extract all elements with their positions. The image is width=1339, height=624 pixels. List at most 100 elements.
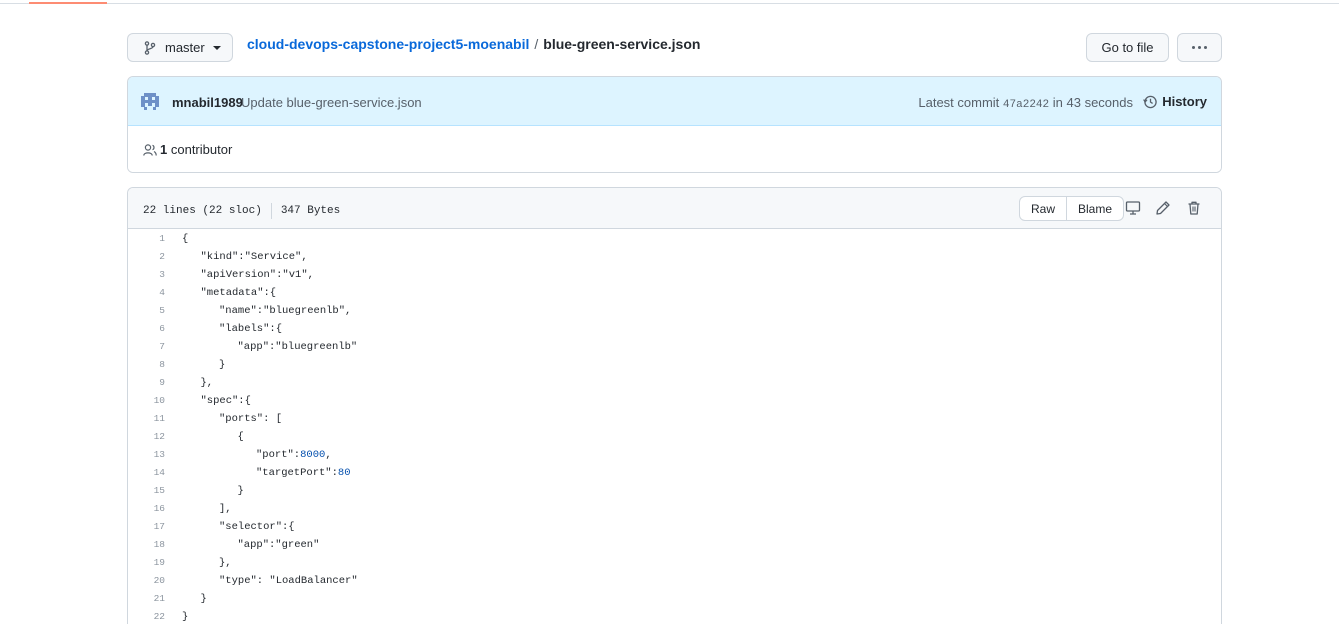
repo-link[interactable]: cloud-devops-capstone-project5-moenabil — [247, 36, 529, 52]
code-token: "type": "LoadBalancer" — [219, 575, 358, 587]
line-number[interactable]: 18 — [128, 536, 165, 554]
code-line: 7 "app":"bluegreenlb" — [128, 338, 1221, 356]
file-navigation: master cloud-devops-capstone-project5-mo… — [127, 33, 1222, 63]
code-line: 4 "metadata":{ — [128, 284, 1221, 302]
line-number[interactable]: 6 — [128, 320, 165, 338]
line-number[interactable]: 9 — [128, 374, 165, 392]
go-to-file-button[interactable]: Go to file — [1086, 33, 1169, 62]
line-number[interactable]: 17 — [128, 518, 165, 536]
code-line: 20 "type": "LoadBalancer" — [128, 572, 1221, 590]
contributors-link[interactable]: 1 contributor — [160, 142, 232, 157]
file-header: 22 lines (22 sloc) 347 Bytes Raw Blame — [128, 188, 1221, 229]
code-line: 3 "apiVersion":"v1", — [128, 266, 1221, 284]
line-number[interactable]: 21 — [128, 590, 165, 608]
commit-message-link[interactable]: Update blue-green-service.json — [241, 95, 422, 110]
code-text: }, — [219, 554, 232, 572]
line-number[interactable]: 16 — [128, 500, 165, 518]
line-number[interactable]: 20 — [128, 572, 165, 590]
line-number[interactable]: 10 — [128, 392, 165, 410]
code-line: 14 "targetPort":80 — [128, 464, 1221, 482]
code-token: "apiVersion":"v1", — [200, 269, 314, 281]
code-line: 2 "kind":"Service", — [128, 248, 1221, 266]
line-number[interactable]: 12 — [128, 428, 165, 446]
contributors-row: 1 contributor — [128, 126, 1221, 172]
code-line: 18 "app":"green" — [128, 536, 1221, 554]
code-line: 5 "name":"bluegreenlb", — [128, 302, 1221, 320]
file-content-box: 22 lines (22 sloc) 347 Bytes Raw Blame 1 — [127, 187, 1222, 624]
code-token: ], — [219, 503, 232, 515]
caret-down-icon — [212, 45, 221, 50]
code-token: "spec":{ — [200, 395, 251, 407]
line-number[interactable]: 19 — [128, 554, 165, 572]
line-number[interactable]: 15 — [128, 482, 165, 500]
contributor-count: 1 — [160, 142, 168, 157]
code-token: "kind":"Service", — [200, 251, 308, 263]
history-icon — [1143, 95, 1157, 108]
code-token: "metadata":{ — [200, 287, 277, 299]
code-token: "name":"bluegreenlb", — [219, 305, 352, 317]
code-token: }, — [200, 377, 214, 389]
code-text: { — [182, 230, 188, 248]
line-number[interactable]: 1 — [128, 230, 165, 248]
code-token: , — [325, 449, 332, 461]
code-token: "app":"bluegreenlb" — [237, 341, 358, 353]
file-info-divider — [270, 203, 272, 219]
line-number[interactable]: 11 — [128, 410, 165, 428]
commit-sha-link[interactable]: 47a2242 — [1003, 99, 1049, 111]
latest-commit-bar: mnabil1989 Update blue-green-service.jso… — [128, 77, 1221, 126]
raw-button[interactable]: Raw — [1020, 197, 1068, 220]
file-size: 347 Bytes — [280, 205, 341, 217]
line-number[interactable]: 14 — [128, 464, 165, 482]
code-token: }, — [219, 557, 232, 569]
code-text: "type": "LoadBalancer" — [219, 572, 358, 590]
code-line: 16], — [128, 500, 1221, 518]
avatar[interactable] — [140, 92, 160, 112]
file-info: 22 lines (22 sloc) 347 Bytes — [143, 203, 340, 219]
pencil-icon[interactable] — [1155, 200, 1171, 216]
line-number[interactable]: 8 — [128, 356, 165, 374]
branch-select-button[interactable]: master — [127, 33, 233, 62]
history-link[interactable]: History — [1143, 94, 1207, 109]
line-number[interactable]: 3 — [128, 266, 165, 284]
code-text: "app":"bluegreenlb" — [238, 338, 358, 356]
code-line: 21} — [128, 590, 1221, 608]
code-text: "port":8000, — [256, 446, 332, 464]
code-token: } — [182, 611, 189, 623]
more-options-button[interactable] — [1177, 33, 1222, 62]
code-text: } — [182, 608, 188, 624]
file-action-buttons: Raw Blame — [1019, 196, 1125, 221]
line-number[interactable]: 22 — [128, 608, 165, 624]
commit-author-link[interactable]: mnabil1989 — [172, 95, 243, 110]
code-token: "labels":{ — [219, 323, 283, 335]
code-text: "selector":{ — [219, 518, 295, 536]
code-line: 15} — [128, 482, 1221, 500]
code-line: 11 "ports": [ — [128, 410, 1221, 428]
code-text: "name":"bluegreenlb", — [219, 302, 351, 320]
line-number[interactable]: 5 — [128, 302, 165, 320]
code-number-token: 80 — [337, 467, 351, 479]
desktop-icon[interactable] — [1125, 200, 1141, 216]
line-number[interactable]: 2 — [128, 248, 165, 266]
code-line: 22} — [128, 608, 1221, 624]
code-line: 8} — [128, 356, 1221, 374]
code-line: 12 { — [128, 428, 1221, 446]
code-text: } — [201, 590, 207, 608]
file-lines-count: 22 lines (22 sloc) — [143, 205, 262, 217]
latest-commit-info: Latest commit 47a2242 in 43 seconds — [918, 95, 1133, 111]
code-number-token: 8000 — [300, 449, 326, 461]
code-text: "apiVersion":"v1", — [201, 266, 314, 284]
line-number[interactable]: 13 — [128, 446, 165, 464]
code-line: 10 "spec":{ — [128, 392, 1221, 410]
kebab-horizontal-icon — [1191, 46, 1209, 49]
code-text: "app":"green" — [238, 536, 320, 554]
line-number[interactable]: 4 — [128, 284, 165, 302]
code-token: } — [200, 593, 207, 605]
commit-box: mnabil1989 Update blue-green-service.jso… — [127, 76, 1222, 173]
line-number[interactable]: 7 — [128, 338, 165, 356]
file-name: blue-green-service.json — [543, 36, 701, 52]
active-tab-underline — [29, 2, 107, 4]
blame-button[interactable]: Blame — [1067, 197, 1123, 220]
code-token: { — [182, 233, 189, 245]
contributor-label: contributor — [170, 142, 233, 157]
trash-icon[interactable] — [1186, 200, 1202, 216]
